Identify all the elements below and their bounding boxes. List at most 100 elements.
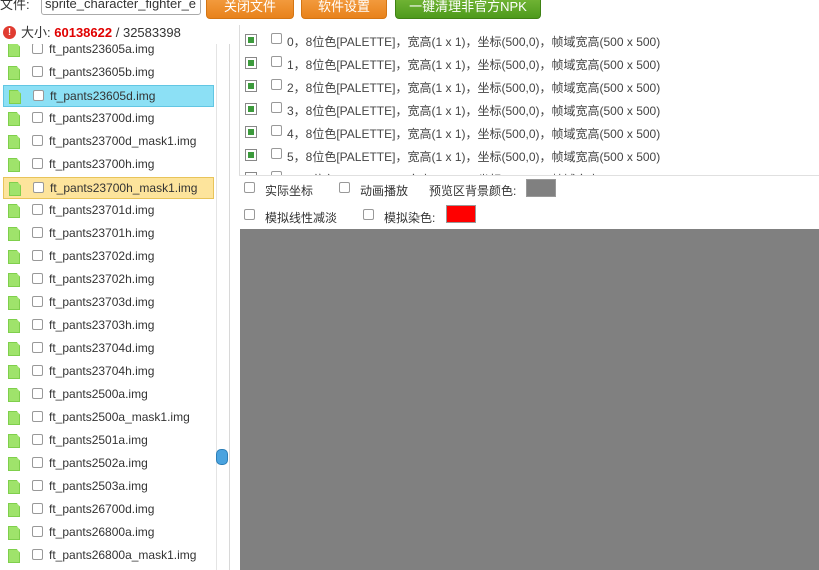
dye-checkbox[interactable] [363, 209, 374, 220]
frame-row[interactable]: 4，8位色[PALETTE]，宽高(1 x 1)，坐标(500,0)，帧域宽高(… [240, 120, 819, 143]
file-checkbox[interactable] [32, 365, 43, 376]
file-icon [8, 411, 20, 425]
file-row[interactable]: ft_pants2500a_mask1.img [3, 407, 214, 429]
animate-checkbox[interactable] [339, 182, 350, 193]
frame-info: 0，8位色[PALETTE]，宽高(1 x 1)，坐标(500,0)，帧域宽高(… [287, 35, 661, 49]
file-checkbox[interactable] [32, 273, 43, 284]
file-row[interactable]: ft_pants23605b.img [3, 62, 214, 84]
file-checkbox[interactable] [32, 388, 43, 399]
toolbar: 文件: sprite_character_fighter_e 关闭文件 软件设置… [0, 0, 819, 22]
clean-npk-button[interactable]: 一键清理非官方NPK [395, 0, 541, 19]
file-checkbox[interactable] [32, 204, 43, 215]
file-checkbox[interactable] [32, 549, 43, 560]
real-coords-label: 实际坐标 [265, 184, 314, 198]
file-row[interactable]: ft_pants26800a.img [3, 522, 214, 544]
file-checkbox[interactable] [32, 457, 43, 468]
dye-color-swatch[interactable] [446, 205, 476, 223]
bg-color-label: 预览区背景颜色: [429, 184, 517, 198]
file-checkbox[interactable] [32, 411, 43, 422]
preview-canvas[interactable] [240, 229, 819, 570]
frame-list[interactable]: 0，8位色[PALETTE]，宽高(1 x 1)，坐标(500,0)，帧域宽高(… [239, 25, 819, 175]
file-icon [8, 342, 20, 356]
frame-checkbox[interactable] [271, 102, 282, 113]
file-checkbox[interactable] [32, 319, 43, 330]
frame-checkbox[interactable] [271, 125, 282, 136]
file-row[interactable]: ft_pants26800a_mask1.img [3, 545, 214, 567]
file-path-input[interactable]: sprite_character_fighter_e [41, 0, 201, 15]
file-row[interactable]: ft_pants23701h.img [3, 223, 214, 245]
file-checkbox[interactable] [32, 526, 43, 537]
warning-icon: ! [3, 26, 16, 39]
frame-row[interactable]: 6，8位色[PALETTE]，宽高(1 x 1)，坐标(500,0)，帧域宽高(… [240, 166, 819, 175]
file-name: ft_pants23605a.img [49, 44, 155, 56]
file-checkbox[interactable] [33, 182, 44, 193]
file-checkbox[interactable] [32, 342, 43, 353]
file-row[interactable]: ft_pants2502a.img [3, 453, 214, 475]
file-checkbox[interactable] [32, 296, 43, 307]
frame-info: 2，8位色[PALETTE]，宽高(1 x 1)，坐标(500,0)，帧域宽高(… [287, 81, 661, 95]
frame-checkbox[interactable] [271, 79, 282, 90]
frame-thumbnail-icon [245, 80, 257, 92]
file-icon [8, 388, 20, 402]
list-divider [229, 44, 230, 570]
file-list[interactable]: ft_pants23605a.img ft_pants23605b.img ft_p… [0, 44, 217, 570]
file-checkbox[interactable] [32, 135, 43, 146]
file-row[interactable]: ft_pants23700d_mask1.img [3, 131, 214, 153]
frame-row[interactable]: 3，8位色[PALETTE]，宽高(1 x 1)，坐标(500,0)，帧域宽高(… [240, 97, 819, 120]
file-checkbox[interactable] [32, 434, 43, 445]
frame-checkbox[interactable] [271, 56, 282, 67]
frame-checkbox[interactable] [271, 33, 282, 44]
file-row[interactable]: ft_pants26700d.img [3, 499, 214, 521]
linear-fade-checkbox[interactable] [244, 209, 255, 220]
file-name: ft_pants23703d.img [49, 295, 155, 309]
frame-row[interactable]: 1，8位色[PALETTE]，宽高(1 x 1)，坐标(500,0)，帧域宽高(… [240, 51, 819, 74]
close-file-button[interactable]: 关闭文件 [206, 0, 294, 19]
frame-checkbox[interactable] [271, 148, 282, 159]
file-icon [8, 319, 20, 333]
frame-thumbnail-icon [245, 126, 257, 138]
file-row[interactable]: ft_pants2501a.img [3, 430, 214, 452]
bg-color-swatch[interactable] [526, 179, 556, 197]
splitter-handle[interactable] [216, 449, 228, 465]
file-name: ft_pants26800a.img [49, 525, 155, 539]
real-coords-checkbox[interactable] [244, 182, 255, 193]
file-row[interactable]: ft_pants23700h_mask1.img [3, 177, 214, 199]
size-bar: ! 大小: 60138622 / 32583398 [0, 22, 230, 44]
file-checkbox[interactable] [32, 503, 43, 514]
file-row[interactable]: ft_pants23700h.img [3, 154, 214, 176]
file-checkbox[interactable] [32, 44, 43, 54]
frame-row[interactable]: 0，8位色[PALETTE]，宽高(1 x 1)，坐标(500,0)，帧域宽高(… [240, 28, 819, 51]
file-checkbox[interactable] [32, 66, 43, 77]
file-checkbox[interactable] [32, 250, 43, 261]
file-row[interactable]: ft_pants23605d.img [3, 85, 214, 107]
file-checkbox[interactable] [32, 158, 43, 169]
file-row[interactable]: ft_pants2503a.img [3, 476, 214, 498]
frame-info: 1，8位色[PALETTE]，宽高(1 x 1)，坐标(500,0)，帧域宽高(… [287, 58, 661, 72]
file-checkbox[interactable] [32, 227, 43, 238]
dye-label: 模拟染色: [384, 211, 436, 225]
file-row[interactable]: ft_pants23700d.img [3, 108, 214, 130]
file-row[interactable]: ft_pants23702h.img [3, 269, 214, 291]
file-name: ft_pants23703h.img [49, 318, 155, 332]
file-row[interactable]: ft_pants23703h.img [3, 315, 214, 337]
file-name: ft_pants26700d.img [49, 502, 155, 516]
file-row[interactable]: ft_pants23605a.img [3, 44, 214, 61]
file-icon [8, 296, 20, 310]
app-window: 文件: sprite_character_fighter_e 关闭文件 软件设置… [0, 0, 819, 570]
file-row[interactable]: ft_pants2500a.img [3, 384, 214, 406]
frame-row[interactable]: 5，8位色[PALETTE]，宽高(1 x 1)，坐标(500,0)，帧域宽高(… [240, 143, 819, 166]
file-checkbox[interactable] [32, 112, 43, 123]
file-row[interactable]: ft_pants23703d.img [3, 292, 214, 314]
file-checkbox[interactable] [32, 480, 43, 491]
file-row[interactable]: ft_pants23701d.img [3, 200, 214, 222]
frame-row[interactable]: 2，8位色[PALETTE]，宽高(1 x 1)，坐标(500,0)，帧域宽高(… [240, 74, 819, 97]
file-icon [8, 365, 20, 379]
file-row[interactable]: ft_pants23704h.img [3, 361, 214, 383]
settings-button[interactable]: 软件设置 [301, 0, 387, 19]
file-icon [8, 204, 20, 218]
file-name: ft_pants23701d.img [49, 203, 155, 217]
file-checkbox[interactable] [33, 90, 44, 101]
frame-info: 3，8位色[PALETTE]，宽高(1 x 1)，坐标(500,0)，帧域宽高(… [287, 104, 661, 118]
file-row[interactable]: ft_pants23702d.img [3, 246, 214, 268]
file-row[interactable]: ft_pants23704d.img [3, 338, 214, 360]
